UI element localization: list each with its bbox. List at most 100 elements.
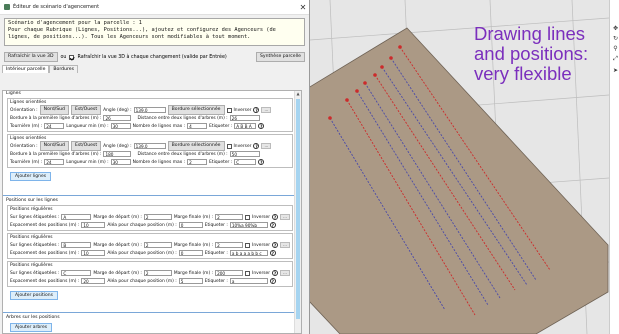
select-border-button[interactable]: Bordure sélectionnée bbox=[167, 105, 225, 115]
orientation-row: Orientation : Nord/Sud Est/Ouest Angle (… bbox=[10, 141, 290, 151]
help-icon[interactable]: ? bbox=[269, 222, 276, 228]
spacing-input[interactable]: 10 bbox=[81, 250, 106, 256]
random-input[interactable]: 0 bbox=[178, 250, 203, 256]
regular-positions-group: Positions régulières Sur lignes étiqueté… bbox=[7, 233, 293, 259]
max-lines-input[interactable]: 2 bbox=[187, 159, 208, 165]
border-first-input[interactable]: 180 bbox=[103, 151, 132, 157]
tagged-lines-input[interactable]: A bbox=[61, 214, 92, 220]
invert-checkbox[interactable] bbox=[245, 270, 251, 276]
border-first-label: Bordure à la première ligne d'arbres (m)… bbox=[10, 115, 102, 121]
help-icon[interactable]: ? bbox=[272, 214, 279, 220]
more-options-button[interactable]: ··· bbox=[261, 143, 272, 149]
help-icon[interactable]: ? bbox=[272, 270, 279, 276]
spacing-label: Espacement des positions (m) : bbox=[10, 278, 80, 284]
border-first-input[interactable]: 26 bbox=[103, 115, 132, 121]
spacing-input[interactable]: 20 bbox=[81, 278, 106, 284]
tree-line-start-marker bbox=[363, 81, 367, 85]
north-south-button[interactable]: Nord/Sud bbox=[39, 105, 69, 115]
distance-input[interactable]: 50 bbox=[229, 151, 260, 157]
orientation-label: Orientation : bbox=[10, 143, 38, 149]
rotate-icon[interactable]: ↻ bbox=[612, 35, 619, 42]
distance-label: Distance entre deux lignes d'arbres (m) … bbox=[137, 115, 228, 121]
tagged-lines-input[interactable]: B bbox=[61, 242, 92, 248]
tag-input[interactable]: a bbox=[229, 278, 268, 284]
pointer-icon[interactable]: ➤ bbox=[612, 67, 619, 74]
angle-input[interactable]: 139.0 bbox=[133, 143, 166, 149]
random-input[interactable]: 0 bbox=[178, 222, 203, 228]
more-options-button[interactable]: ··· bbox=[280, 242, 290, 248]
add-positions-button[interactable]: Ajouter positions bbox=[10, 291, 58, 300]
lines-section-title: Lignes bbox=[6, 91, 21, 96]
help-icon[interactable]: ? bbox=[258, 123, 265, 129]
angle-input[interactable]: 139.0 bbox=[133, 107, 166, 113]
end-margin-input[interactable]: 2 bbox=[215, 242, 244, 248]
tag-input[interactable]: 10%a 90%b bbox=[229, 222, 268, 228]
scenario-scroll-pane[interactable]: ▲ Lignes Lignes orientées Orientation : … bbox=[2, 90, 302, 334]
zoom-icon[interactable]: ⚲ bbox=[612, 45, 619, 52]
start-margin-input[interactable]: 2 bbox=[143, 242, 172, 248]
synthesis-button[interactable]: Synthèse parcelle bbox=[255, 52, 305, 62]
section-divider bbox=[3, 312, 301, 313]
trees-section: Arbres sur les positions Ajouter arbres bbox=[3, 315, 301, 333]
pan-icon[interactable]: ✥ bbox=[612, 25, 619, 32]
invert-checkbox[interactable] bbox=[226, 143, 232, 149]
invert-checkbox[interactable] bbox=[245, 214, 251, 220]
tab-borders[interactable]: Bordures bbox=[49, 65, 79, 73]
headland-row: Tournière (m) : 24 Longueur min (m) : 30… bbox=[10, 122, 290, 130]
close-icon[interactable]: ✕ bbox=[297, 3, 309, 12]
tag-input[interactable]: A B B A bbox=[234, 123, 257, 129]
tab-interior[interactable]: Intérieur parcelle bbox=[2, 65, 50, 73]
end-margin-input[interactable]: 2 bbox=[215, 214, 244, 220]
help-icon[interactable]: ? bbox=[269, 278, 276, 284]
invert-checkbox[interactable] bbox=[226, 107, 232, 113]
invert-label: Inverser bbox=[233, 107, 252, 113]
north-south-button[interactable]: Nord/Sud bbox=[39, 141, 69, 151]
add-trees-button[interactable]: Ajouter arbres bbox=[10, 323, 53, 332]
headland-input[interactable]: 24 bbox=[44, 159, 65, 165]
start-margin-input[interactable]: 2 bbox=[143, 214, 172, 220]
select-border-button[interactable]: Bordure sélectionnée bbox=[167, 141, 225, 151]
min-length-input[interactable]: 30 bbox=[110, 123, 131, 129]
tree-line-start-marker bbox=[398, 45, 402, 49]
tagged-lines-input[interactable]: C bbox=[61, 270, 92, 276]
end-margin-input[interactable]: 200 bbox=[215, 270, 244, 276]
help-icon[interactable]: ? bbox=[253, 143, 260, 149]
vertical-scrollbar[interactable]: ▲ bbox=[294, 91, 301, 333]
more-options-button[interactable]: ··· bbox=[280, 214, 290, 220]
overlay-line: and positions: bbox=[474, 43, 589, 64]
add-lines-button[interactable]: Ajouter lignes bbox=[10, 172, 52, 181]
tag-label: Etiqueter : bbox=[209, 123, 233, 129]
tag-input[interactable]: C bbox=[234, 159, 257, 165]
positions-section: Positions sur les lignes Positions régul… bbox=[3, 198, 301, 302]
auto-refresh-checkbox[interactable] bbox=[69, 54, 75, 60]
headland-input[interactable]: 24 bbox=[44, 123, 65, 129]
scrollbar-thumb[interactable] bbox=[296, 99, 300, 319]
end-margin-label: Marge finale (m) : bbox=[173, 270, 214, 276]
scroll-up-icon[interactable]: ▲ bbox=[295, 91, 301, 97]
auto-refresh-label: Rafraîchir la vue 3D à chaque changement… bbox=[77, 54, 227, 60]
section-divider bbox=[3, 195, 301, 196]
tagged-lines-row: Sur lignes étiquetées : B Marge de dépar… bbox=[10, 241, 290, 249]
max-lines-input[interactable]: 4 bbox=[187, 123, 208, 129]
min-length-input[interactable]: 30 bbox=[110, 159, 131, 165]
help-icon[interactable]: ? bbox=[253, 107, 260, 113]
random-input[interactable]: 5 bbox=[178, 278, 203, 284]
help-icon[interactable]: ? bbox=[272, 242, 279, 248]
fit-icon[interactable]: ⤢ bbox=[612, 55, 619, 62]
tree-line-start-marker bbox=[345, 98, 349, 102]
invert-checkbox[interactable] bbox=[245, 242, 251, 248]
start-margin-input[interactable]: 2 bbox=[143, 270, 172, 276]
random-label: Aléa pour chaque position (m) : bbox=[107, 250, 177, 256]
spacing-input[interactable]: 10 bbox=[81, 222, 106, 228]
help-icon[interactable]: ? bbox=[258, 159, 265, 165]
more-options-button[interactable]: ··· bbox=[280, 270, 290, 276]
refresh-3d-button[interactable]: Rafraîchir la vue 3D bbox=[4, 52, 58, 62]
east-west-button[interactable]: Est/Ouest bbox=[70, 141, 102, 151]
east-west-button[interactable]: Est/Ouest bbox=[70, 105, 102, 115]
distance-input[interactable]: 26 bbox=[229, 115, 260, 121]
spacing-label: Espacement des positions (m) : bbox=[10, 222, 80, 228]
tag-input[interactable]: a b a a a b b c bbox=[229, 250, 268, 256]
more-options-button[interactable]: ··· bbox=[261, 107, 272, 113]
border-first-label: Bordure à la première ligne d'arbres (m)… bbox=[10, 151, 102, 157]
help-icon[interactable]: ? bbox=[269, 250, 276, 256]
